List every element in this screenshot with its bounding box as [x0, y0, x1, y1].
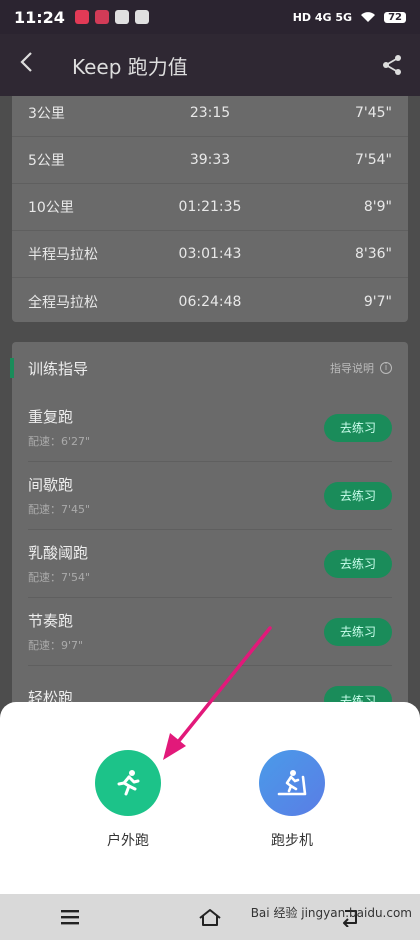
share-button[interactable]	[364, 54, 420, 76]
status-time: 11:24	[14, 7, 65, 27]
treadmill-label: 跑步机	[271, 833, 313, 849]
table-row: 全程马拉松 06:24:48 9'7"	[12, 278, 408, 325]
training-name: 乳酸阈跑	[28, 544, 89, 562]
distance-cell: 10公里	[28, 200, 74, 216]
treadmill-button[interactable]	[259, 750, 325, 816]
table-row: 5公里 39:33 7'54"	[12, 137, 408, 184]
distance-cell: 半程马拉松	[28, 247, 98, 263]
time-cell: 03:01:43	[178, 246, 242, 262]
guide-note-label: 指导说明	[330, 362, 374, 375]
guide-note-link[interactable]: 指导说明 i	[330, 360, 392, 376]
distance-cell: 5公里	[28, 153, 65, 169]
menu-button[interactable]	[40, 909, 100, 925]
training-name: 重复跑	[28, 408, 74, 426]
distance-cell: 3公里	[28, 106, 65, 122]
running-person-icon	[117, 770, 140, 796]
training-guide-header: 训练指导 指导说明 i	[10, 342, 408, 394]
outdoor-run-option[interactable]: 户外跑	[78, 750, 178, 850]
treadmill-option[interactable]: 跑步机	[242, 750, 342, 850]
app-notification-icon	[134, 10, 149, 24]
status-bar: 11:24 HD 4G 5G 72	[0, 0, 420, 34]
app-notification-icon	[94, 10, 109, 24]
app-notification-icon	[74, 10, 89, 24]
list-item: 乳酸阈跑 配速：7'54" 去练习	[28, 530, 392, 598]
app-notification-icon	[114, 10, 129, 24]
list-item: 重复跑 配速：6'27" 去练习	[28, 394, 392, 462]
pace-cell: 8'9"	[363, 199, 392, 215]
pace-cell: 8'36"	[354, 246, 392, 262]
section-title: 训练指导	[28, 359, 89, 378]
table-row: 3公里 23:15 7'45"	[12, 96, 408, 137]
time-cell: 39:33	[189, 152, 231, 168]
time-cell: 06:24:48	[178, 293, 242, 310]
distance-cell: 全程马拉松	[28, 294, 98, 311]
wifi-icon	[361, 12, 376, 22]
chevron-left-icon	[20, 52, 32, 72]
table-row: 10公里 01:21:35 8'9"	[12, 184, 408, 231]
training-pace: 配速：6'27"	[28, 435, 91, 448]
network-indicator: HD 4G 5G	[292, 10, 353, 24]
training-name: 间歇跑	[28, 476, 74, 494]
list-item: 节奏跑 配速：9'7" 去练习	[28, 598, 392, 666]
training-name: 节奏跑	[28, 612, 74, 630]
time-cell: 23:15	[189, 105, 231, 121]
outdoor-run-button[interactable]	[95, 750, 161, 816]
practice-button[interactable]: 去练习	[324, 617, 392, 646]
run-type-sheet: 户外跑 跑步机	[0, 702, 420, 894]
page-title: Keep 跑力值	[72, 54, 188, 79]
training-pace: 配速：9'7"	[28, 639, 84, 652]
pace-cell: 7'45"	[354, 105, 392, 121]
pace-cell: 9'7"	[363, 293, 392, 310]
back-button[interactable]	[0, 50, 52, 80]
treadmill-icon	[277, 770, 307, 796]
training-pace: 配速：7'45"	[28, 503, 91, 516]
training-pace: 配速：7'54"	[28, 571, 91, 584]
list-item: 间歇跑 配速：7'45" 去练习	[28, 462, 392, 530]
home-icon	[199, 909, 221, 926]
app-header: Keep 跑力值	[0, 34, 420, 96]
table-row: 半程马拉松 03:01:43 8'36"	[12, 231, 408, 278]
notification-icons	[74, 10, 149, 24]
info-icon: i	[380, 362, 392, 374]
menu-icon	[61, 910, 79, 925]
battery-indicator: 72	[384, 11, 406, 23]
practice-button[interactable]: 去练习	[324, 481, 392, 510]
pace-cell: 7'54"	[354, 152, 392, 168]
practice-button[interactable]: 去练习	[324, 549, 392, 578]
time-cell: 01:21:35	[178, 199, 242, 215]
share-icon	[383, 55, 401, 75]
pace-table-card: 3公里 23:15 7'45" 5公里 39:33 7'54" 10公里 01:…	[12, 96, 408, 322]
practice-button[interactable]: 去练习	[324, 413, 392, 442]
outdoor-run-label: 户外跑	[107, 833, 149, 849]
watermark: Bai 经验 jingyan.baidu.com	[250, 906, 412, 920]
home-button[interactable]	[180, 907, 240, 927]
